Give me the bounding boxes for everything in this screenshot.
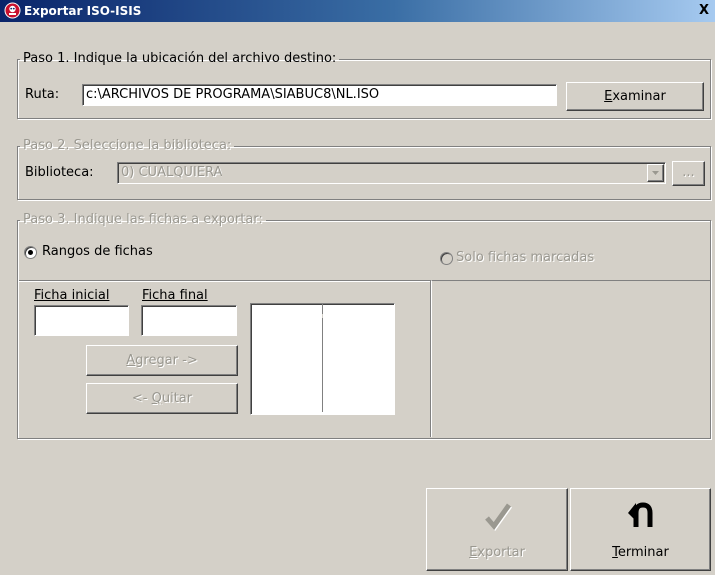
start-input[interactable] — [34, 305, 129, 336]
path-label: Ruta: — [25, 87, 60, 102]
window-title: Exportar ISO-ISIS — [24, 4, 142, 18]
marked-panel — [431, 280, 710, 437]
chevron-down-icon[interactable] — [647, 164, 664, 182]
export-label: Exportar — [469, 545, 525, 560]
library-browse-button[interactable]: ... — [672, 161, 705, 186]
radio-marked[interactable] — [440, 252, 453, 265]
library-select[interactable]: 0) CUALQUIERA — [117, 162, 666, 184]
radio-ranges-dot — [28, 250, 33, 255]
finish-button[interactable]: Terminar — [570, 488, 711, 571]
close-button[interactable]: X — [693, 0, 715, 22]
step1-legend: Paso 1. Indique la ubicación del archivo… — [23, 51, 337, 66]
remove-range-button[interactable]: <- Quitar — [86, 383, 238, 414]
list-cursor — [322, 314, 323, 318]
export-button[interactable]: Exportar — [426, 488, 568, 571]
end-label: Ficha final — [142, 288, 208, 303]
list-column-divider — [322, 304, 323, 412]
library-value: 0) CUALQUIERA — [121, 165, 223, 180]
browse-button[interactable]: Examinar — [566, 82, 704, 111]
u-turn-arrow-icon — [626, 499, 658, 533]
end-input[interactable] — [141, 305, 237, 336]
start-label: Ficha inicial — [34, 288, 110, 303]
ranges-list[interactable] — [250, 303, 395, 415]
app-icon — [4, 2, 21, 19]
checkmark-icon — [477, 499, 517, 535]
path-input[interactable]: c:\ARCHIVOS DE PROGRAMA\SIABUC8\NL.ISO — [82, 84, 557, 106]
radio-marked-label[interactable]: Solo fichas marcadas — [456, 250, 594, 266]
radio-ranges[interactable] — [24, 246, 37, 259]
library-label: Biblioteca: — [25, 165, 94, 180]
add-range-button[interactable]: Agregar -> — [86, 345, 238, 376]
title-bar[interactable]: Exportar ISO-ISIS — [0, 0, 715, 22]
finish-label: Terminar — [612, 545, 669, 560]
radio-ranges-label[interactable]: Rangos de fichas — [42, 244, 153, 260]
step3-legend: Paso 3. Indique las fichas a exportar: — [23, 212, 263, 227]
step2-legend: Paso 2. Seleccione la biblioteca: — [23, 138, 232, 153]
